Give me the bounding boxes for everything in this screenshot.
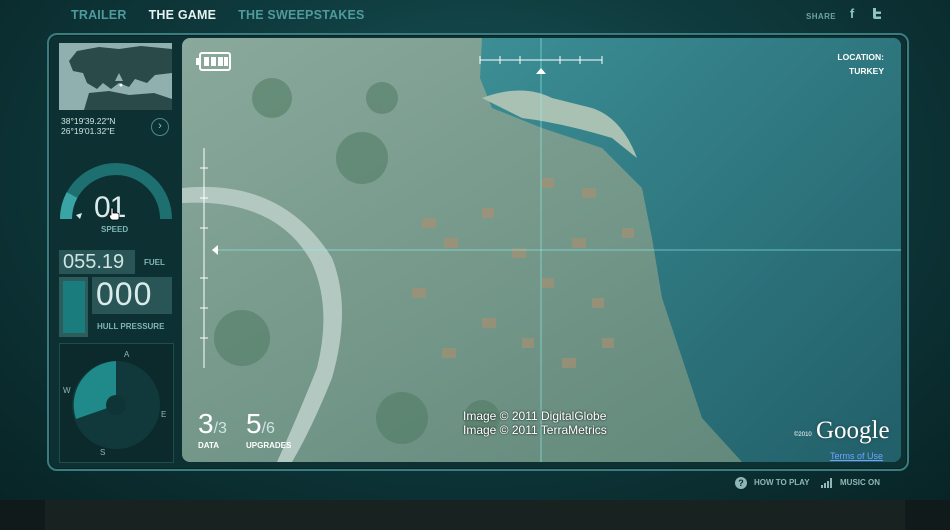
hull-pressure-label: HULL PRESSURE	[97, 322, 165, 331]
imagery-credits: Image © 2011 DigitalGlobe Image © 2011 T…	[463, 409, 607, 437]
data-label: DATA	[198, 441, 220, 450]
fuel-value: 055.19	[63, 251, 125, 273]
coordinates-next-button[interactable]: ›	[151, 118, 169, 136]
top-nav: TRAILER THE GAME THE SWEEPSTAKES	[71, 8, 365, 22]
hull-pressure-bar	[63, 281, 85, 333]
upgrades-counter: 5/6	[246, 408, 275, 440]
compass-west: W	[63, 386, 71, 395]
mini-map[interactable]	[59, 43, 172, 110]
satellite-map	[182, 38, 901, 462]
satellite-viewport[interactable]	[182, 38, 901, 462]
compass: A E S W	[59, 343, 174, 463]
google-copyright: ©2010	[794, 432, 812, 438]
signal-bars-icon[interactable]	[821, 478, 835, 488]
data-total: /3	[213, 420, 227, 437]
hand-cursor-icon	[108, 207, 120, 221]
longitude: 26°19'01.32"E	[61, 126, 115, 136]
data-counter: 3/3	[198, 408, 227, 440]
upgrades-label: UPGRADES	[246, 441, 292, 450]
twitter-icon[interactable]	[870, 7, 884, 21]
terms-of-use-link[interactable]: Terms of Use	[830, 451, 883, 461]
compass-north: A	[124, 350, 130, 359]
nav-the-sweepstakes[interactable]: THE SWEEPSTAKES	[238, 8, 364, 22]
google-logo: Google	[816, 417, 890, 444]
hull-pressure-value: 000	[96, 276, 153, 312]
coordinates: 38°19'39.22"N 26°19'01.32"E	[61, 116, 115, 136]
credit-line-2: Image © 2011 TerraMetrics	[463, 423, 607, 437]
compass-south: S	[100, 448, 105, 457]
facebook-icon[interactable]: f	[845, 7, 859, 21]
credit-line-1: Image © 2011 DigitalGlobe	[463, 409, 607, 423]
compass-east: E	[161, 410, 166, 419]
location-value: TURKEY	[849, 66, 884, 76]
bottom-strip	[0, 500, 950, 530]
speed-label: SPEED	[101, 225, 129, 234]
data-count: 3	[198, 408, 214, 439]
how-to-play-link[interactable]: HOW TO PLAY	[754, 478, 810, 487]
upgrade-total: /6	[261, 420, 275, 437]
music-toggle[interactable]: MUSIC ON	[840, 478, 880, 487]
latitude: 38°19'39.22"N	[61, 116, 116, 126]
upgrade-count: 5	[246, 408, 262, 439]
fuel-label: FUEL	[144, 258, 165, 267]
location-label: LOCATION:	[837, 52, 884, 62]
how-to-play-icon[interactable]: ?	[735, 477, 747, 489]
nav-trailer[interactable]: TRAILER	[71, 8, 127, 22]
share-label: SHARE	[805, 12, 836, 21]
nav-the-game[interactable]: THE GAME	[149, 8, 217, 22]
